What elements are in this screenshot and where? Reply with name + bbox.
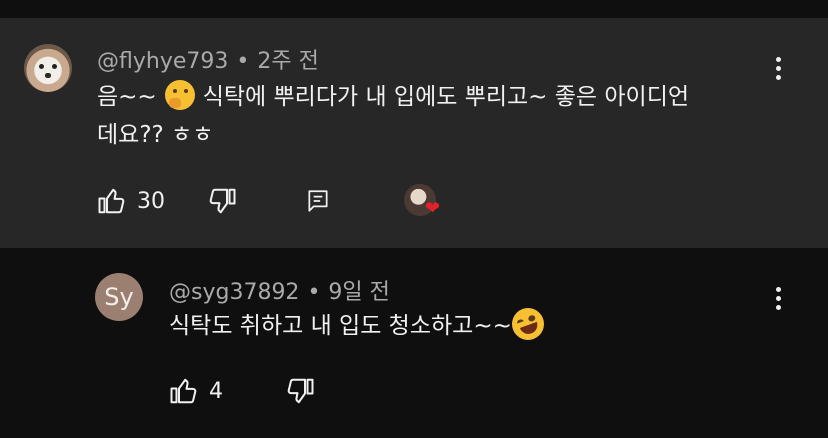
reply-comment-icon [308,190,328,212]
dislike-button[interactable] [207,186,237,216]
heart-icon: ❤ [425,198,441,219]
like-count: 4 [209,378,223,404]
comment-card: @flyhye793 • 2주 전 음~~ 식탁에 뿌리다가 내 입에도 뿌리고~ 좋… [0,18,828,248]
reply-time[interactable]: 9일 전 [328,280,389,305]
like-count: 30 [137,188,165,214]
avatar-eye-right [52,64,57,69]
comment-text-part-c: 데요?? ㅎㅎ [97,122,214,148]
reply-meta: @syg37892 • 9일 전 [169,274,390,306]
comment-time[interactable]: 2주 전 [257,49,318,74]
more-dot [776,305,781,310]
comment-text-part-a: 음~~ [97,84,157,110]
avatar-eye-left [39,64,44,69]
comment-text-part-b: 식탁에 뿌리다가 내 입에도 뿌리고~ 좋은 아이디언 [202,84,690,110]
comment-text: 음~~ 식탁에 뿌리다가 내 입에도 뿌리고~ 좋은 아이디언 데요?? ㅎㅎ [97,78,787,154]
thumbs-up-icon [98,188,125,214]
comment-meta: @flyhye793 • 2주 전 [97,43,319,75]
thumbs-down-icon [287,378,314,404]
dislike-button[interactable] [285,376,315,406]
meta-dot: • [236,49,250,74]
thumbs-up-icon [170,378,197,404]
reply-avatar[interactable]: Sy [95,273,143,321]
more-dot [776,57,781,62]
comment-actions: 30 [97,186,331,216]
thumbs-down-icon [209,188,236,214]
reply-avatar-initials: Sy [104,283,134,311]
avatar-nose [45,73,51,78]
reply-text: 식탁도 취하고 내 입도 청소하고~~ [169,303,769,345]
comment-author[interactable]: @flyhye793 [97,49,228,74]
reply-button[interactable] [305,188,331,214]
reply-more-options-button[interactable] [776,287,784,314]
top-strip [0,0,828,18]
reply-text-body: 식탁도 취하고 내 입도 청소하고~~ [169,313,512,339]
commenter-avatar[interactable] [24,44,72,92]
reply-actions: 4 [169,376,315,406]
more-dot [776,296,781,301]
more-dot [776,287,781,292]
meta-dot: • [307,280,321,305]
like-button[interactable] [169,376,199,406]
rolling-laughing-face-icon [507,303,549,345]
more-dot [776,66,781,71]
like-button[interactable] [97,186,127,216]
thinking-face-icon [164,80,195,110]
reply-author[interactable]: @syg37892 [169,280,299,305]
